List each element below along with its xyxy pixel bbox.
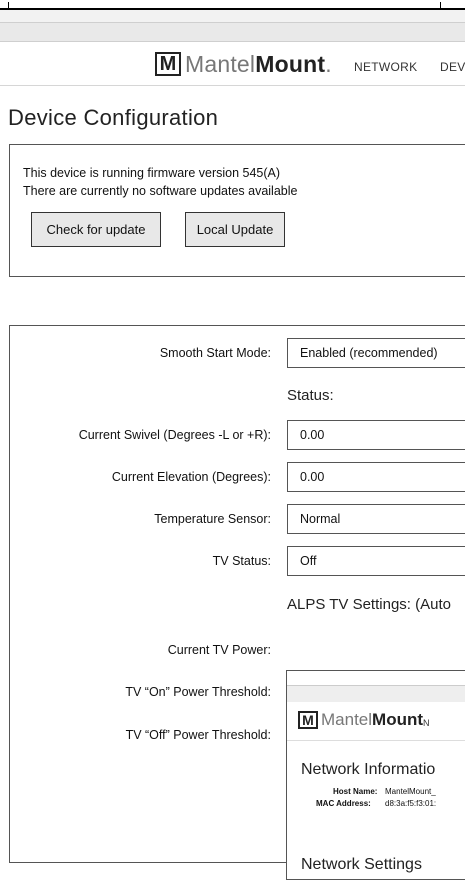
inner-host-label: Host Name: <box>333 787 378 796</box>
page-title: Device Configuration <box>8 105 219 130</box>
inner-mac-label: MAC Address: <box>316 799 371 808</box>
tv-status-label: TV Status: <box>212 554 271 568</box>
check-for-update-button[interactable]: Check for update <box>31 212 161 247</box>
inner-mac-value: d8:3a:f5:f3:01: <box>385 799 437 808</box>
toolbar-strip <box>0 10 465 23</box>
tv-power-label: Current TV Power: <box>167 643 271 657</box>
inner-logo-mark-icon: M <box>298 711 318 729</box>
top-tick-left <box>8 2 9 8</box>
on-threshold-label: TV “On” Power Threshold: <box>125 685 271 699</box>
alps-heading: ALPS TV Settings: (Auto <box>287 596 451 613</box>
elevation-label: Current Elevation (Degrees): <box>111 470 271 484</box>
smooth-start-select[interactable]: Enabled (recommended) <box>287 338 465 368</box>
top-tick-right <box>440 2 441 8</box>
smooth-start-label: Smooth Start Mode: <box>159 346 271 360</box>
firmware-version-text: This device is running firmware version … <box>23 166 281 180</box>
off-threshold-label: TV “Off” Power Threshold: <box>125 728 271 742</box>
embedded-network-screenshot: M MantelMount N Network Informatio Host … <box>286 670 465 880</box>
toolbar-strip-secondary <box>0 23 465 42</box>
inner-network-title: Network Informatio <box>301 761 436 778</box>
update-status-text: There are currently no software updates … <box>23 184 298 198</box>
nav-link-network[interactable]: NETWORK <box>354 60 417 74</box>
swivel-label: Current Swivel (Degrees -L or +R): <box>78 428 271 442</box>
window-top-border <box>0 0 465 10</box>
tv-status-value-field: Off <box>287 546 465 576</box>
firmware-panel <box>9 144 465 277</box>
inner-network-settings-title: Network Settings <box>301 856 422 873</box>
elevation-value-field: 0.00 <box>287 462 465 492</box>
inner-host-value: MantelMount_ <box>385 787 436 796</box>
inner-brand-logo: MantelMount <box>321 710 424 729</box>
status-heading: Status: <box>287 387 334 404</box>
temperature-label: Temperature Sensor: <box>154 512 271 526</box>
temperature-value-field: Normal <box>287 504 465 534</box>
swivel-value-field: 0.00 <box>287 420 465 450</box>
inner-nav-link: N <box>423 718 430 728</box>
inner-toolbar <box>287 685 465 703</box>
nav-link-device[interactable]: DEV <box>440 60 465 74</box>
local-update-button[interactable]: Local Update <box>185 212 285 247</box>
logo-mark-icon[interactable]: M <box>155 52 181 76</box>
brand-logo[interactable]: MantelMount. <box>185 51 332 78</box>
